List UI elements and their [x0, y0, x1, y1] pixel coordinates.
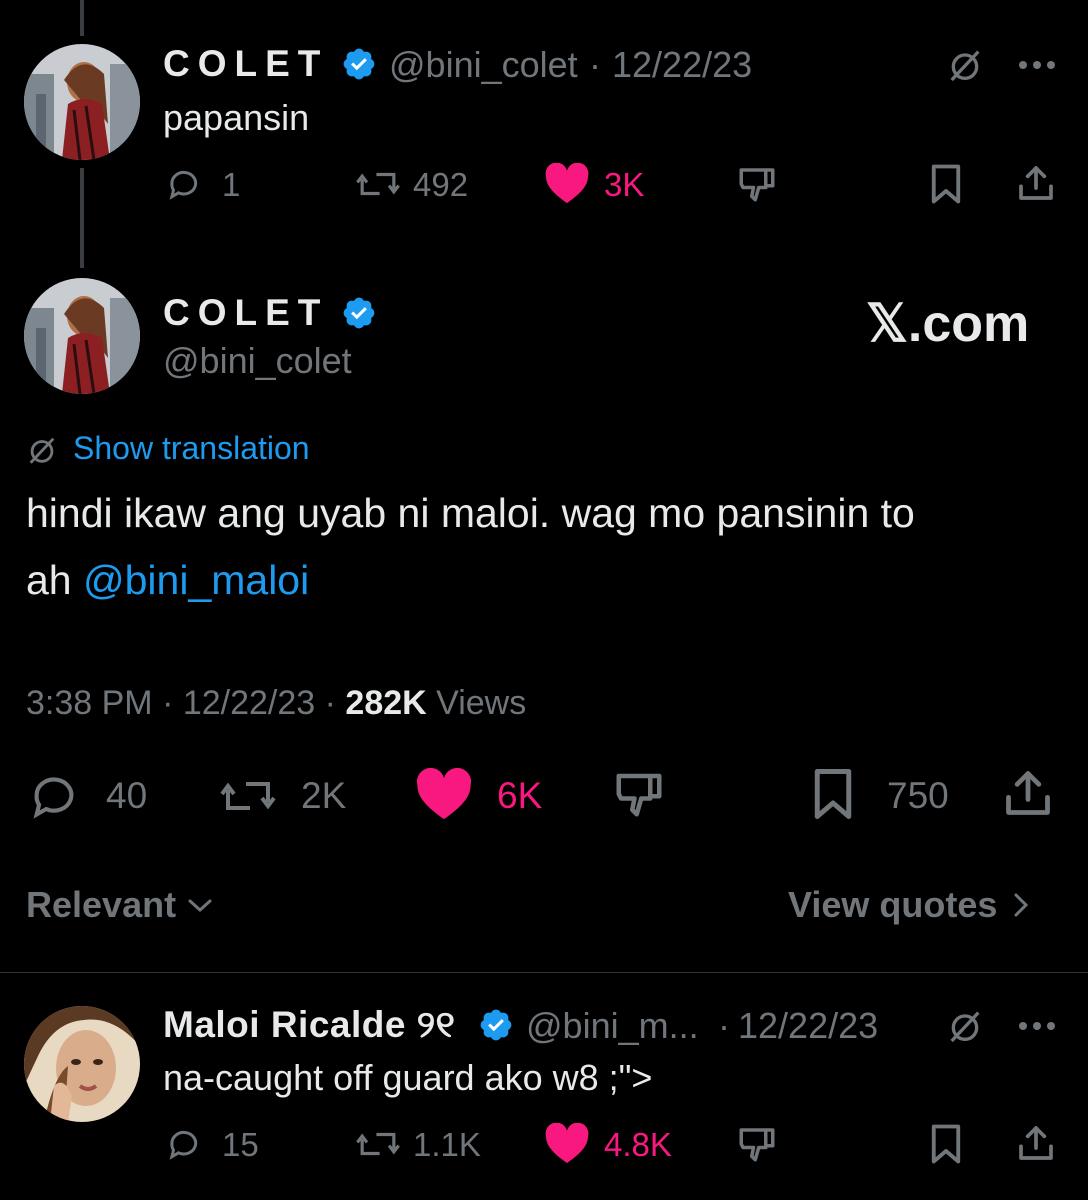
- sort-relevant-button[interactable]: Relevant: [26, 884, 214, 926]
- translate-icon[interactable]: [944, 44, 986, 86]
- share-icon[interactable]: [1014, 160, 1058, 206]
- share-icon[interactable]: [1000, 764, 1056, 822]
- bookmark-icon[interactable]: [924, 162, 968, 206]
- views-count[interactable]: 282K: [345, 684, 426, 722]
- more-icon[interactable]: [1016, 1009, 1058, 1043]
- tweet-timestamp-row: 3:38 PM · 12/22/23 · 282K Views: [26, 684, 526, 723]
- verified-icon: [341, 46, 377, 82]
- author-name[interactable]: COLET: [163, 292, 328, 334]
- more-icon[interactable]: [1016, 48, 1058, 82]
- show-translation-link[interactable]: Show translation: [73, 430, 310, 467]
- view-quotes-label: View quotes: [788, 884, 998, 925]
- reply-icon[interactable]: [163, 1124, 203, 1164]
- dislike-icon[interactable]: [610, 766, 668, 822]
- repost-icon[interactable]: [353, 1124, 403, 1164]
- avatar-colet[interactable]: [24, 278, 140, 394]
- reply-count: 15: [222, 1126, 259, 1163]
- views-label: Views: [436, 684, 527, 722]
- separator-dot: ·: [589, 44, 601, 85]
- repost-icon[interactable]: [353, 164, 403, 204]
- tweet-text: na-caught off guard ako w8 ;">: [163, 1057, 653, 1098]
- view-quotes-link[interactable]: View quotes: [788, 884, 1031, 926]
- translate-icon[interactable]: [24, 432, 60, 468]
- author-handle[interactable]: @bini_colet: [389, 44, 578, 86]
- heart-icon[interactable]: [543, 1122, 591, 1166]
- separator-dot: ·: [315, 684, 346, 722]
- tweet-text-line2: ah @bini_maloi: [26, 557, 309, 604]
- heart-icon[interactable]: [414, 766, 474, 824]
- repost-count: 1.1K: [413, 1126, 481, 1163]
- author-handle[interactable]: @bini_colet: [163, 340, 352, 382]
- avatar-maloi[interactable]: [24, 1006, 140, 1122]
- like-count: 4.8K: [604, 1126, 672, 1163]
- reply-count: 1: [222, 166, 241, 203]
- x-com-watermark: 𝕏.com: [866, 295, 1030, 353]
- sort-label: Relevant: [26, 884, 177, 925]
- divider: [0, 972, 1088, 973]
- tweet-date[interactable]: 12/22/23: [612, 44, 752, 86]
- thread-line-top: [80, 0, 84, 36]
- tweet-text-line1: hindi ikaw ang uyab ni maloi. wag mo pan…: [26, 490, 915, 536]
- reply-icon[interactable]: [163, 164, 203, 204]
- repost-count: 492: [413, 166, 469, 203]
- share-icon[interactable]: [1014, 1120, 1058, 1166]
- repost-icon[interactable]: [216, 770, 280, 822]
- dislike-icon[interactable]: [734, 1122, 780, 1166]
- tweet-time[interactable]: 3:38 PM: [26, 684, 153, 722]
- separator-dot: ·: [718, 1005, 730, 1046]
- thread-line-middle: [80, 168, 84, 268]
- verified-icon: [478, 1007, 514, 1043]
- heart-icon[interactable]: [543, 162, 591, 206]
- reply-icon[interactable]: [26, 770, 82, 822]
- separator-dot: ·: [152, 684, 183, 722]
- like-count: 6K: [497, 775, 543, 816]
- author-name[interactable]: COLET: [163, 43, 328, 85]
- bookmark-count: 750: [887, 775, 949, 816]
- avatar-colet[interactable]: [24, 44, 140, 160]
- author-name[interactable]: Maloi Ricalde ୨୧: [163, 1004, 455, 1047]
- reply-count: 40: [106, 775, 148, 816]
- bookmark-icon[interactable]: [806, 766, 860, 822]
- chevron-right-icon: [1011, 890, 1031, 920]
- bookmark-icon[interactable]: [924, 1122, 968, 1166]
- tweet-text: papansin: [163, 97, 310, 138]
- tweet-text-prefix: ah: [26, 557, 83, 603]
- repost-count: 2K: [301, 775, 347, 816]
- tweet-date[interactable]: 12/22/23: [738, 1005, 878, 1047]
- tweet-date[interactable]: 12/22/23: [183, 684, 315, 722]
- like-count: 3K: [604, 166, 645, 203]
- mention-link[interactable]: @bini_maloi: [83, 557, 309, 603]
- author-handle[interactable]: @bini_m...: [526, 1005, 699, 1047]
- translate-icon[interactable]: [944, 1005, 986, 1047]
- chevron-down-icon: [186, 895, 214, 915]
- verified-icon: [341, 295, 377, 331]
- dislike-icon[interactable]: [734, 162, 780, 206]
